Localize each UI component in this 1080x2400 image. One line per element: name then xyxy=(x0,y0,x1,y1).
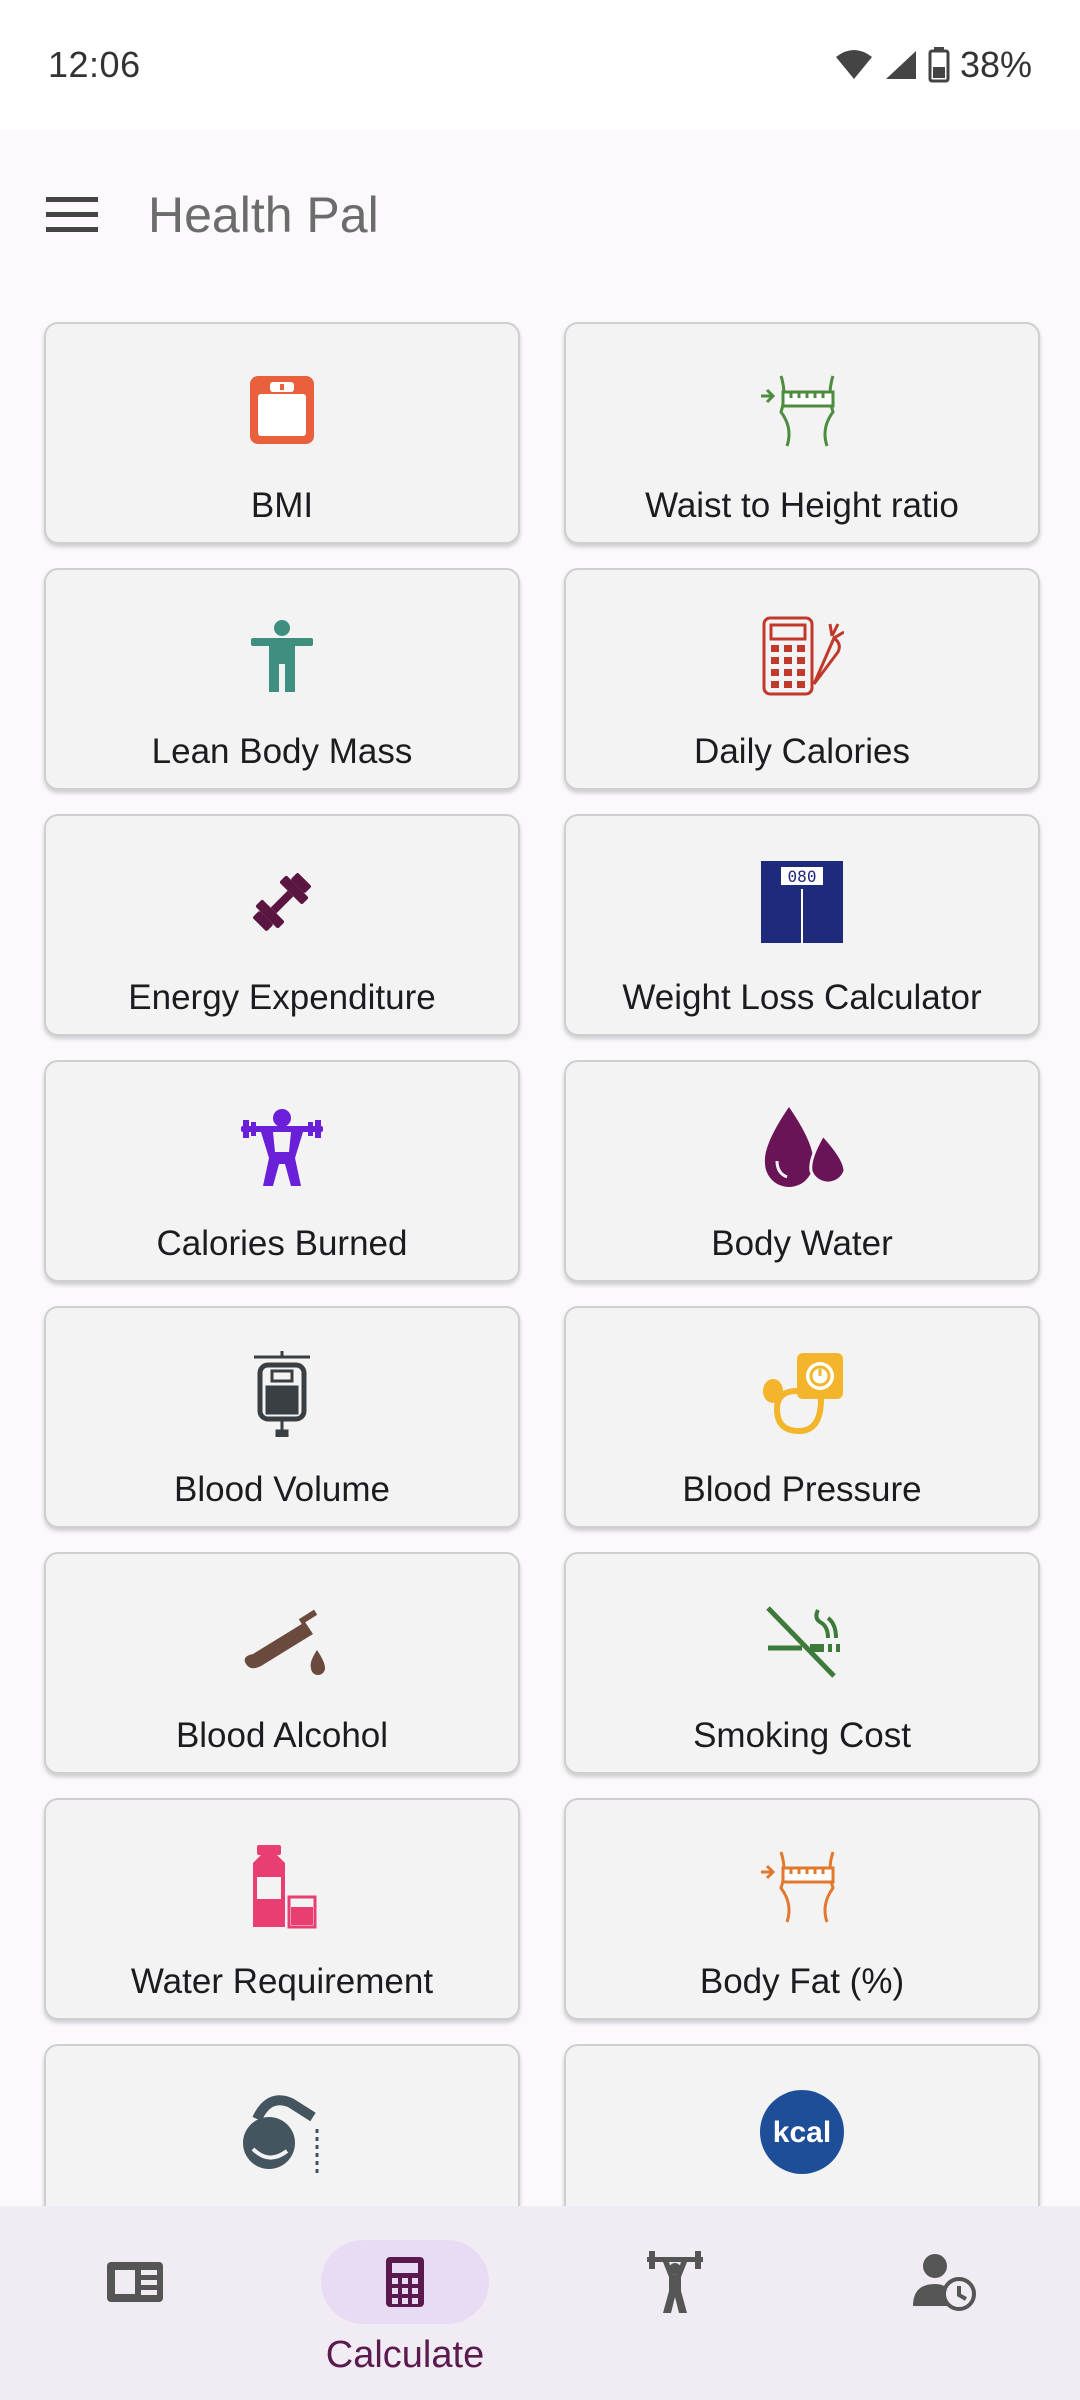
water-bottle-icon xyxy=(234,1838,330,1934)
card-label: Body Water xyxy=(711,1224,893,1263)
nav-news[interactable] xyxy=(0,2206,270,2400)
calculator-grid: BMI Waist to Height ratio Lean Body Mass… xyxy=(0,300,1080,2206)
svg-text:080: 080 xyxy=(788,867,817,886)
dumbbell-icon xyxy=(234,854,330,950)
card-label: BMI xyxy=(250,486,314,525)
card-bmi[interactable]: BMI xyxy=(44,322,520,544)
card-water-requirement[interactable]: Water Requirement xyxy=(44,1798,520,2020)
weightlifter-nav-icon xyxy=(647,2251,703,2313)
card-label: Weight Loss Calculator xyxy=(622,978,982,1017)
news-icon xyxy=(107,2262,163,2302)
card-blood-alcohol[interactable]: Blood Alcohol xyxy=(44,1552,520,1774)
card-label: Calories Burned xyxy=(156,1224,408,1263)
kettlebell-pour-icon xyxy=(234,2084,330,2180)
app-title: Health Pal xyxy=(148,187,379,243)
blood-pressure-icon xyxy=(754,1346,850,1442)
hamburger-icon xyxy=(46,197,98,232)
app-bar: Health Pal xyxy=(0,130,1080,300)
battery-percent: 38% xyxy=(959,44,1032,85)
test-tube-icon xyxy=(234,1592,330,1688)
blood-bag-icon xyxy=(234,1346,330,1442)
scale-icon xyxy=(234,362,330,458)
card-energy-expenditure[interactable]: Energy Expenditure xyxy=(44,814,520,1036)
person-icon xyxy=(234,608,330,704)
card-blood-pressure[interactable]: Blood Pressure xyxy=(564,1306,1040,1528)
card-label: Blood Volume xyxy=(174,1470,390,1509)
card-label: Daily Calories xyxy=(694,732,910,771)
card-label: Smoking Cost xyxy=(693,1716,911,1755)
card-partial-right[interactable]: kcal xyxy=(564,2044,1040,2206)
nav-calculate[interactable]: Calculate xyxy=(270,2206,540,2400)
water-drops-icon xyxy=(754,1100,850,1196)
status-icons: 38% xyxy=(834,44,1032,86)
card-blood-volume[interactable]: Blood Volume xyxy=(44,1306,520,1528)
bottom-navigation: Calculate xyxy=(0,2206,1080,2400)
digital-scale-icon: 080 xyxy=(754,854,850,950)
kcal-icon: kcal xyxy=(754,2084,850,2180)
status-time: 12:06 xyxy=(48,44,141,85)
card-label: Blood Alcohol xyxy=(175,1716,389,1755)
calculator-icon xyxy=(386,2257,424,2307)
waist-measure-icon xyxy=(754,362,850,458)
card-label: Lean Body Mass xyxy=(151,732,413,771)
card-label: Blood Pressure xyxy=(682,1470,922,1509)
body-fat-measure-icon xyxy=(754,1838,850,1934)
signal-icon xyxy=(884,49,918,81)
nav-workout[interactable] xyxy=(540,2206,810,2400)
kcal-text: kcal xyxy=(773,2116,831,2149)
card-calories-burned[interactable]: Calories Burned xyxy=(44,1060,520,1282)
card-weight-loss[interactable]: 080 Weight Loss Calculator xyxy=(564,814,1040,1036)
nav-label: Calculate xyxy=(325,2334,485,2376)
weightlifter-icon xyxy=(234,1100,330,1196)
card-lean-body-mass[interactable]: Lean Body Mass xyxy=(44,568,520,790)
card-label: Energy Expenditure xyxy=(128,978,436,1017)
card-body-fat[interactable]: Body Fat (%) xyxy=(564,1798,1040,2020)
calculator-carrot-icon xyxy=(754,608,850,704)
card-label: Body Fat (%) xyxy=(699,1962,905,2001)
user-clock-icon xyxy=(913,2254,976,2311)
card-partial-left[interactable] xyxy=(44,2044,520,2206)
card-smoking-cost[interactable]: Smoking Cost xyxy=(564,1552,1040,1774)
menu-button[interactable] xyxy=(36,179,108,251)
card-waist-height[interactable]: Waist to Height ratio xyxy=(564,322,1040,544)
no-smoking-icon xyxy=(754,1592,850,1688)
card-label: Waist to Height ratio xyxy=(645,486,959,525)
status-bar: 12:06 38% xyxy=(0,0,1080,130)
nav-history[interactable] xyxy=(810,2206,1080,2400)
card-body-water[interactable]: Body Water xyxy=(564,1060,1040,1282)
card-label: Water Requirement xyxy=(130,1962,434,2001)
card-daily-calories[interactable]: Daily Calories xyxy=(564,568,1040,790)
wifi-icon xyxy=(834,49,874,81)
battery-icon xyxy=(928,47,950,83)
